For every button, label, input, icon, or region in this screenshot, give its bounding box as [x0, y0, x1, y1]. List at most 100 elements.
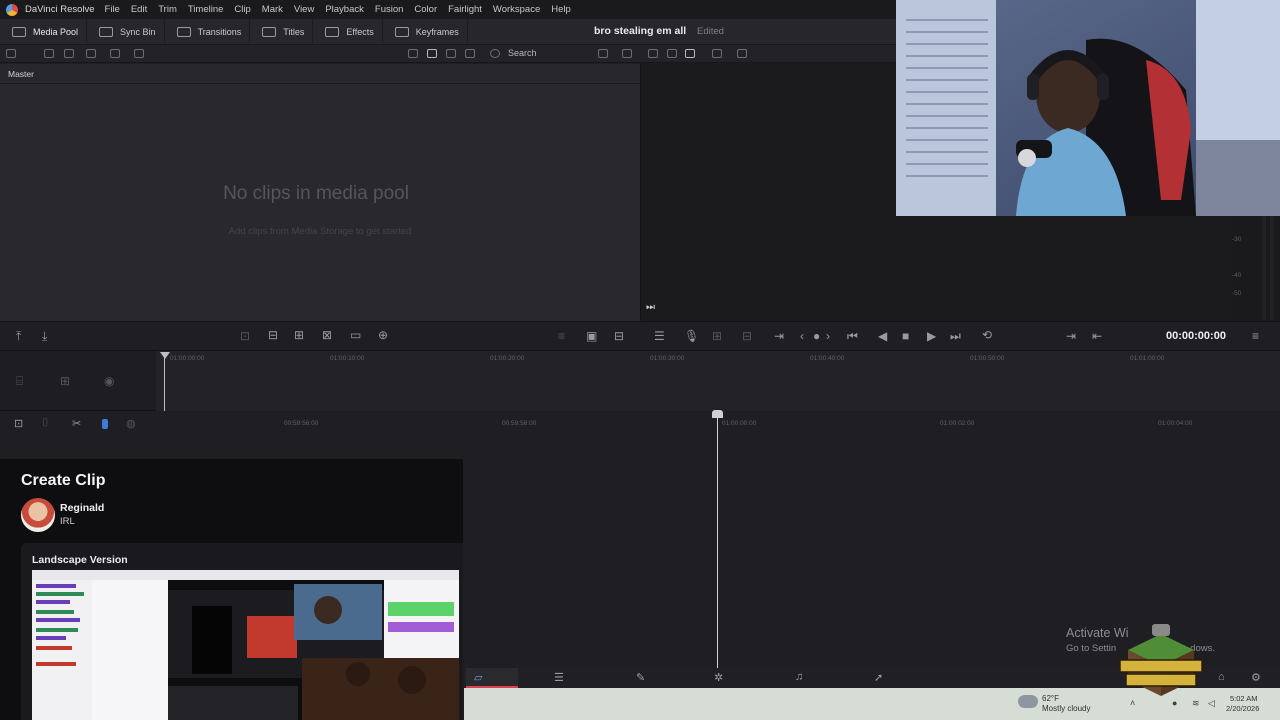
- track-tool-icon[interactable]: ⌸: [16, 374, 23, 389]
- keyframes-button[interactable]: Keyframes: [383, 18, 468, 45]
- audio-meter: -30 -40 -50: [1232, 216, 1280, 320]
- smart-insert-icon[interactable]: ⊡: [240, 329, 250, 343]
- sidebar-toggle-icon[interactable]: [6, 49, 16, 58]
- sync-bin-button[interactable]: Sync Bin: [87, 18, 165, 45]
- clock-date[interactable]: 2/20/2026: [1226, 704, 1259, 713]
- mic-icon[interactable]: 🎙: [684, 329, 699, 343]
- settings-gear-icon[interactable]: ⚙: [1251, 671, 1261, 684]
- flag-marker-icon[interactable]: [102, 419, 108, 429]
- zoom-slider-icon[interactable]: ◍: [126, 417, 136, 430]
- audio-duck-icon[interactable]: ⊟: [742, 329, 752, 343]
- expand-icon[interactable]: [737, 49, 747, 58]
- single-viewer-icon[interactable]: [685, 49, 695, 58]
- snapping-icon[interactable]: ⇥: [774, 329, 784, 343]
- dual-viewer-icon[interactable]: [712, 49, 722, 58]
- effects-button[interactable]: Effects: [313, 18, 383, 45]
- channel-category[interactable]: IRL: [60, 516, 75, 527]
- clock-time[interactable]: 5:02 AM: [1230, 694, 1258, 703]
- upper-playhead[interactable]: [164, 352, 165, 411]
- insert-icon[interactable]: ⤒: [16, 329, 21, 344]
- upper-timeline-track[interactable]: 01:00:00:00 01:00:10:00 01:00:20:00 01:0…: [156, 351, 1280, 411]
- channel-name[interactable]: Reginald: [60, 502, 104, 514]
- play-icon[interactable]: ▶: [927, 329, 936, 343]
- menu-file[interactable]: File: [105, 4, 120, 15]
- menu-edit[interactable]: Edit: [131, 4, 147, 15]
- weather-temperature[interactable]: 62°F: [1042, 694, 1059, 703]
- menu-fairlight[interactable]: Fairlight: [448, 4, 482, 15]
- menu-workspace[interactable]: Workspace: [493, 4, 540, 15]
- jog-right-icon[interactable]: ›: [826, 329, 830, 343]
- timeline-options-icon[interactable]: ☰: [654, 329, 665, 343]
- viewer-toolbar: [640, 45, 896, 63]
- menu-help[interactable]: Help: [551, 4, 571, 15]
- track-audio-icon[interactable]: ◉: [104, 374, 114, 388]
- go-to-end-icon[interactable]: ⏭: [950, 329, 961, 344]
- fairlight-page-icon[interactable]: ♫: [795, 671, 803, 683]
- edit-page-icon[interactable]: ✎: [636, 671, 645, 684]
- home-icon[interactable]: ⌂: [1218, 671, 1225, 683]
- play-reverse-icon[interactable]: ◀: [878, 329, 887, 343]
- append-icon[interactable]: ⊟: [268, 328, 278, 342]
- menu-trim[interactable]: Trim: [158, 4, 177, 15]
- jog-left-icon[interactable]: ‹: [800, 329, 804, 343]
- new-bin-icon[interactable]: [44, 49, 54, 58]
- menu-view[interactable]: View: [294, 4, 314, 15]
- cut-page-icon[interactable]: ☰: [554, 671, 564, 684]
- menu-clip[interactable]: Clip: [234, 4, 250, 15]
- clip-thumbnail[interactable]: [32, 570, 459, 720]
- weather-description[interactable]: Mostly cloudy: [1042, 704, 1090, 713]
- menu-timeline[interactable]: Timeline: [188, 4, 224, 15]
- viewer-mode-icon[interactable]: [648, 49, 658, 58]
- overwrite-icon[interactable]: ⤓: [42, 329, 47, 344]
- search-icon[interactable]: [490, 49, 500, 58]
- fusion-page-icon[interactable]: ✲: [714, 671, 723, 684]
- place-on-top-icon[interactable]: ▭: [350, 328, 361, 342]
- deliver-page-icon[interactable]: ➚: [874, 671, 883, 684]
- filmstrip-view-icon[interactable]: [446, 49, 456, 58]
- blade-edit-icon[interactable]: ⌷: [42, 417, 49, 430]
- smart-bin-icon[interactable]: [86, 49, 96, 58]
- go-to-start-icon[interactable]: ⏮: [847, 329, 858, 344]
- replace-icon[interactable]: ⊕: [378, 328, 388, 342]
- audio-mixer-icon[interactable]: ⊞: [712, 329, 722, 343]
- avatar[interactable]: [21, 498, 55, 532]
- menu-fusion[interactable]: Fusion: [375, 4, 404, 15]
- titles-button[interactable]: Titles: [250, 18, 314, 45]
- stop-icon[interactable]: ■: [902, 329, 909, 343]
- sync-icon[interactable]: [110, 49, 120, 58]
- safe-area-icon[interactable]: [667, 49, 677, 58]
- sort-icon[interactable]: [598, 49, 608, 58]
- zoom-icon[interactable]: ⊟: [614, 329, 624, 343]
- next-edit-icon[interactable]: ⇥: [1066, 329, 1076, 343]
- loop-icon[interactable]: ⟲: [982, 328, 992, 342]
- volume-icon[interactable]: ◁: [1208, 698, 1215, 709]
- timeline-view-options-icon[interactable]: ⊡: [14, 417, 23, 430]
- thumbnail-view-icon[interactable]: [427, 49, 437, 58]
- close-up-icon[interactable]: ⊠: [322, 328, 332, 342]
- menu-playback[interactable]: Playback: [325, 4, 364, 15]
- go-to-end-icon[interactable]: ⏭: [646, 302, 655, 313]
- media-pool-button[interactable]: Media Pool: [0, 18, 88, 45]
- lower-playhead-handle[interactable]: [712, 410, 723, 418]
- ripple-overwrite-icon[interactable]: ⊞: [294, 328, 304, 342]
- fit-to-fill-icon[interactable]: ≡: [558, 329, 565, 343]
- jog-dot-icon[interactable]: ●: [813, 329, 820, 343]
- track-lock-icon[interactable]: ⊞: [60, 374, 70, 388]
- list-view-icon[interactable]: [465, 49, 475, 58]
- search-label[interactable]: Search: [508, 48, 537, 58]
- new-timeline-icon[interactable]: [64, 49, 74, 58]
- metadata-view-icon[interactable]: [408, 49, 418, 58]
- upper-playhead-handle[interactable]: [160, 352, 170, 359]
- lower-playhead[interactable]: [717, 414, 718, 668]
- previous-edit-icon[interactable]: ⇤: [1092, 329, 1102, 343]
- menu-color[interactable]: Color: [414, 4, 437, 15]
- razor-icon[interactable]: ✂: [72, 417, 81, 430]
- unlink-icon[interactable]: [134, 49, 144, 58]
- options-menu-icon[interactable]: ≡: [1252, 329, 1259, 343]
- transitions-button[interactable]: Transitions: [165, 18, 251, 45]
- refresh-icon[interactable]: [622, 49, 632, 58]
- bin-master[interactable]: Master: [8, 69, 34, 79]
- media-page-icon[interactable]: ▱: [474, 671, 482, 684]
- timeline-view-icon[interactable]: ▣: [586, 329, 597, 343]
- menu-mark[interactable]: Mark: [262, 4, 283, 15]
